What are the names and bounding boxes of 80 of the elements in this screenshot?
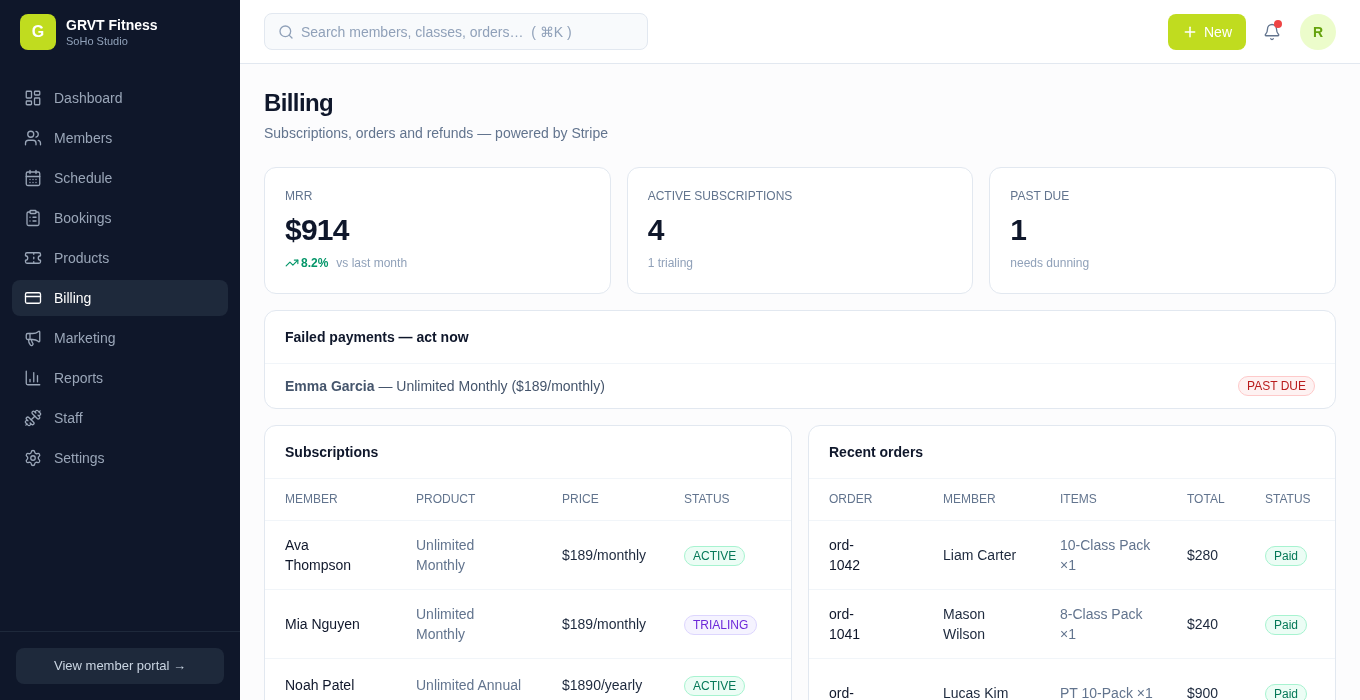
stat-label: ACTIVE SUBSCRIPTIONS — [647, 188, 794, 204]
column-header: ITEMS — [1040, 479, 1167, 520]
stat-value: 1 — [1010, 212, 1028, 248]
nav-item[interactable]: Settings — [12, 440, 228, 476]
table-cell: Mason Wilson — [923, 589, 1040, 658]
dumbbell-icon — [24, 409, 42, 427]
stat-note: vs last month — [336, 255, 408, 271]
stat-note: 1 trialing — [647, 255, 693, 271]
bell-icon — [1263, 22, 1281, 41]
table-cell: Unlimited Annual — [396, 658, 542, 700]
table-cell: ord-1041 — [809, 589, 923, 658]
stat-value: 4 — [647, 212, 666, 248]
nav-item[interactable]: Marketing — [12, 320, 228, 356]
table-cell: Lucas Kim — [923, 658, 1040, 700]
column-header: STATUS — [1245, 479, 1335, 520]
column-header: MEMBER — [923, 479, 1040, 520]
table-cell: ord- — [809, 658, 923, 700]
bar-chart-icon — [24, 369, 42, 387]
nav-item[interactable]: Billing — [12, 280, 228, 316]
stat-label: PAST DUE — [1010, 188, 1071, 204]
table-cell: $900 — [1167, 658, 1245, 700]
table-cell: Unlimited Monthly — [396, 589, 542, 658]
column-header: PRODUCT — [396, 479, 542, 520]
settings-icon — [24, 449, 42, 467]
brand-logo: G — [20, 14, 56, 50]
page-title: Billing — [264, 88, 335, 118]
nav-item[interactable]: Products — [12, 240, 228, 276]
table-cell: Liam Carter — [923, 520, 1040, 589]
status-badge: Paid — [1265, 545, 1308, 566]
table-cell: ord-1042 — [809, 520, 923, 589]
table-cell: $189/monthly — [542, 520, 664, 589]
column-header: STATUS — [664, 479, 791, 520]
card-title: Subscriptions — [285, 443, 379, 462]
stat-label: MRR — [285, 188, 314, 204]
table-cell: $240 — [1167, 589, 1245, 658]
trend-value: 8.2% — [301, 255, 329, 271]
status-badge: TRIALING — [684, 614, 758, 635]
status-badge: ACTIVE — [684, 675, 746, 696]
nav-item[interactable]: Reports — [12, 360, 228, 396]
table-cell: Noah Patel — [265, 658, 396, 700]
brand-name: GRVT Fitness — [66, 16, 158, 34]
card-title: Failed payments — act now — [285, 328, 469, 347]
stat-value: $914 — [285, 212, 351, 248]
column-header: MEMBER — [265, 479, 396, 520]
nav-item[interactable]: Schedule — [12, 160, 228, 196]
table-cell: 8-Class Pack ×1 — [1040, 589, 1167, 658]
table-cell: $1890/yearly — [542, 658, 664, 700]
nav-item[interactable]: Dashboard — [12, 80, 228, 116]
column-header: TOTAL — [1167, 479, 1245, 520]
table-cell: $189/monthly — [542, 589, 664, 658]
calendar-icon — [24, 169, 42, 187]
stat-note: needs dunning — [1010, 255, 1090, 271]
table-cell: Mia Nguyen — [265, 589, 396, 658]
nav-item[interactable]: Bookings — [12, 200, 228, 236]
search-icon — [278, 23, 294, 40]
table-cell: $280 — [1167, 520, 1245, 589]
column-header: PRICE — [542, 479, 664, 520]
column-header: ORDER — [809, 479, 923, 520]
nav-item[interactable]: Members — [12, 120, 228, 156]
status-badge: ACTIVE — [684, 545, 746, 566]
status-badge: PAST DUE — [1238, 376, 1315, 396]
table-cell: Unlimited Monthly — [396, 520, 542, 589]
search-field[interactable]: Search members, classes, orders… ( ⌘K ) — [264, 13, 648, 50]
failed-payment-text: Emma Garcia — Unlimited Monthly ($189/monthly) — [285, 377, 605, 396]
nav-item[interactable]: Staff — [12, 400, 228, 436]
member-portal-button[interactable]: View member portal → — [16, 648, 224, 684]
grid-icon — [24, 89, 42, 107]
users-icon — [24, 129, 42, 147]
credit-card-icon — [24, 289, 42, 307]
brand-subtitle: SoHo Studio — [66, 34, 129, 48]
card-title: Recent orders — [829, 443, 924, 462]
table-cell: Ava Thompson — [265, 520, 396, 589]
table-cell: PT 10-Pack ×1 — [1040, 658, 1167, 700]
megaphone-icon — [24, 329, 42, 347]
clipboard-icon — [24, 209, 42, 227]
status-badge: Paid — [1265, 683, 1308, 700]
status-badge: Paid — [1265, 614, 1308, 635]
table-cell: 10-Class Pack ×1 — [1040, 520, 1167, 589]
ticket-icon — [24, 249, 42, 267]
page-subtitle: Subscriptions, orders and refunds — powered by Stripe — [264, 124, 609, 143]
